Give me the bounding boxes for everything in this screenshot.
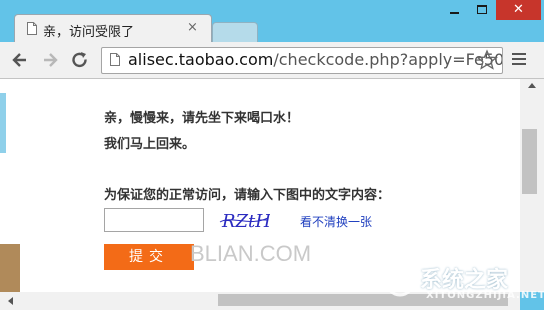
captcha-image[interactable]: RZtH: [218, 207, 270, 233]
captcha-prompt: 为保证您的正常访问，请输入下图中的文字内容：: [104, 188, 391, 203]
bookmark-star-icon[interactable]: [476, 49, 498, 71]
page-content: 亲，慢慢来，请先坐下来喝口水！ 我们马上回来。 为保证您的正常访问，请输入下图中…: [0, 79, 520, 292]
message-line-1: 亲，慢慢来，请先坐下来喝口水！: [104, 111, 300, 126]
submit-button[interactable]: 提交: [104, 244, 194, 270]
url-host: alisec.taobao.com: [128, 50, 274, 69]
new-tab-button[interactable]: [212, 22, 258, 43]
scroll-up-arrow-icon[interactable]: [528, 83, 536, 88]
forward-arrow-icon[interactable]: [40, 50, 60, 70]
corner-watermark: 系统之家 XITONGZHIJIA.NET: [384, 262, 544, 310]
browser-toolbar: alisec.taobao.com/checkcode.php?apply=Fe…: [0, 42, 544, 79]
decorative-strip: [0, 93, 6, 153]
menu-icon[interactable]: [512, 53, 526, 67]
vertical-scrollbar[interactable]: [520, 79, 544, 292]
page-icon: [27, 22, 37, 35]
scroll-left-arrow-icon[interactable]: [8, 297, 13, 305]
url-path: /checkcode.php?apply=Fe50: [273, 50, 503, 69]
title-bar: 亲，访问受限了 × ✕: [0, 0, 544, 43]
browser-tab[interactable]: 亲，访问受限了 ×: [14, 14, 212, 43]
minimize-button[interactable]: [440, 0, 468, 20]
back-arrow-icon[interactable]: [10, 50, 30, 70]
vertical-scroll-thumb[interactable]: [522, 129, 537, 194]
address-bar[interactable]: alisec.taobao.com/checkcode.php?apply=Fe…: [101, 47, 503, 74]
message-line-2: 我们马上回来。: [104, 137, 196, 152]
tab-close-icon[interactable]: ×: [187, 20, 198, 35]
watermark-domain: XITONGZHIJIA.NET: [426, 290, 544, 301]
maximize-button[interactable]: [468, 0, 496, 20]
page-icon: [110, 53, 120, 66]
watermark-text: BLIAN.COM: [190, 241, 312, 266]
reload-icon[interactable]: [70, 50, 90, 70]
captcha-input[interactable]: [104, 208, 204, 232]
url-text: alisec.taobao.com/checkcode.php?apply=Fe…: [128, 50, 503, 69]
decorative-image: [0, 244, 20, 292]
close-window-button[interactable]: ✕: [496, 0, 541, 20]
tab-title: 亲，访问受限了: [43, 25, 135, 40]
refresh-captcha-link[interactable]: 看不清换一张: [300, 213, 372, 230]
watermark-logo-icon: [385, 267, 415, 297]
